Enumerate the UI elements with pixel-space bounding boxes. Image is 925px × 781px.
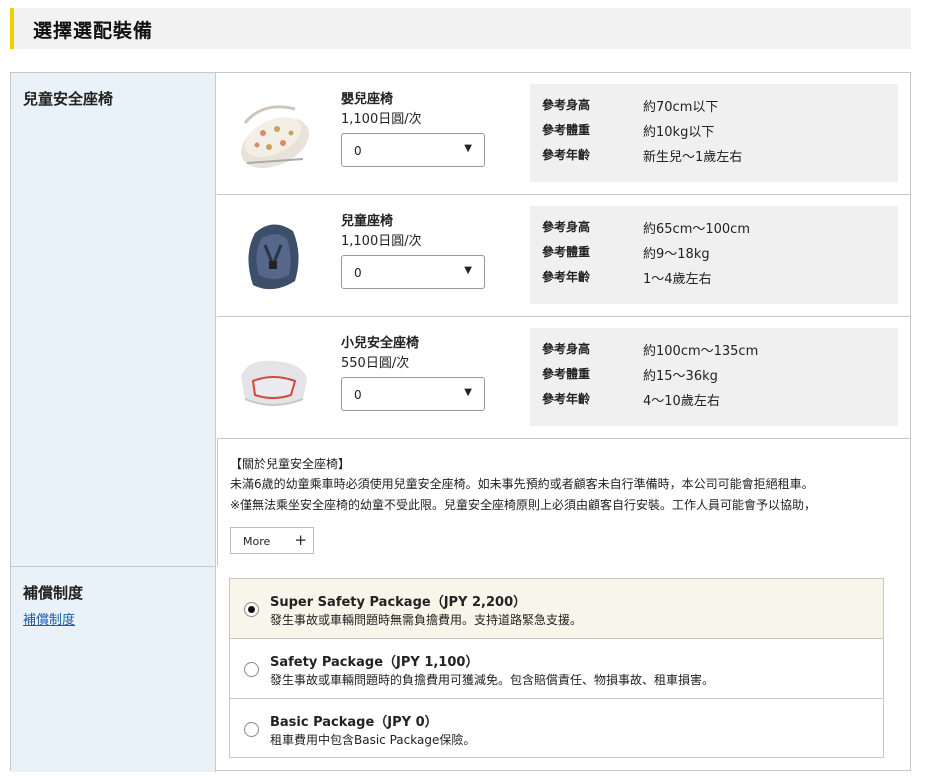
ref-value: 約70cm以下	[643, 100, 719, 115]
reference-info-box: 參考身高 約100cm〜135cm 參考體重 約15〜36kg 參考年齡 4〜1…	[530, 328, 898, 426]
ref-label: 參考身高	[542, 220, 591, 234]
package-name: Basic Package（JPY 0）	[270, 715, 438, 730]
radio-button[interactable]	[244, 662, 259, 677]
ref-value: 約9〜18kg	[643, 247, 710, 262]
ref-height-row: 參考身高 約70cm以下	[542, 96, 892, 116]
seat-quantity-select[interactable]: 0 ▼	[341, 133, 485, 167]
ref-weight-row: 參考體重 約9〜18kg	[542, 243, 892, 263]
ref-age-row: 參考年齡 新生兒〜1歲左右	[542, 146, 892, 166]
more-button[interactable]: More +	[230, 527, 314, 554]
ref-weight-row: 參考體重 約15〜36kg	[542, 365, 892, 385]
ref-value: 新生兒〜1歲左右	[643, 150, 743, 165]
package-name: Super Safety Package（JPY 2,200）	[270, 595, 527, 610]
ref-label: 參考體重	[542, 245, 591, 259]
seat-row-child: 兒童座椅 1,100日圓/次 0 ▼ 參考身高 約65cm〜100cm 參考體重…	[217, 195, 910, 317]
ref-label: 參考年齡	[542, 392, 591, 406]
options-table: 兒童安全座椅 補償制度 補償制度 嬰兒座椅 1,100日圓/次 0 ▼ 參考身高…	[10, 72, 911, 772]
caret-down-icon: ▼	[464, 143, 472, 154]
ref-value: 1〜4歲左右	[643, 272, 712, 287]
ref-label: 參考體重	[542, 367, 591, 381]
ref-value: 約100cm〜135cm	[643, 344, 759, 359]
note-text: 未滿6歲的幼童乘車時必須使用兒童安全座椅。如未事先預約或者顧客未自行準備時，本公…	[230, 477, 814, 491]
seat-price: 550日圓/次	[341, 356, 410, 371]
infant-seat-image	[241, 105, 309, 169]
radio-button[interactable]	[244, 602, 259, 617]
child-seat-image	[248, 224, 299, 290]
plus-icon: +	[294, 531, 307, 549]
package-description: 租車費用中包含Basic Package保險。	[270, 733, 476, 747]
child-seat-section-label: 兒童安全座椅	[23, 90, 114, 108]
caret-down-icon: ▼	[464, 265, 472, 276]
child-seat-label-cell: 兒童安全座椅	[11, 73, 216, 567]
compensation-label-cell: 補償制度	[11, 567, 216, 772]
seat-name: 兒童座椅	[341, 214, 394, 229]
reference-info-box: 參考身高 約70cm以下 參考體重 約10kg以下 參考年齡 新生兒〜1歲左右	[530, 84, 898, 182]
package-option-super-safety[interactable]: Super Safety Package（JPY 2,200） 發生事故或車輛問…	[230, 579, 883, 639]
caret-down-icon: ▼	[464, 387, 472, 398]
child-seat-note: 【關於兒童安全座椅】 未滿6歲的幼童乘車時必須使用兒童安全座椅。如未事先預約或者…	[217, 439, 910, 566]
ref-value: 約15〜36kg	[643, 369, 718, 384]
package-radio-group: Super Safety Package（JPY 2,200） 發生事故或車輛問…	[229, 578, 884, 758]
seat-quantity-select[interactable]: 0 ▼	[341, 255, 485, 289]
package-name: Safety Package（JPY 1,100）	[270, 655, 479, 670]
package-option-basic[interactable]: Basic Package（JPY 0） 租車費用中包含Basic Packag…	[230, 699, 883, 759]
ref-weight-row: 參考體重 約10kg以下	[542, 121, 892, 141]
ref-label: 參考身高	[542, 98, 591, 112]
ref-label: 參考年齡	[542, 270, 591, 284]
seat-quantity-value: 0	[354, 388, 362, 402]
package-option-safety[interactable]: Safety Package（JPY 1,100） 發生事故或車輛問題時的負擔費…	[230, 639, 883, 699]
ref-age-row: 參考年齡 4〜10歲左右	[542, 390, 892, 410]
ref-label: 參考年齡	[542, 148, 591, 162]
note-title: 【關於兒童安全座椅】	[230, 457, 351, 471]
ref-value: 約65cm〜100cm	[643, 222, 750, 237]
package-description: 發生事故或車輛問題時無需負擔費用。支持道路緊急支援。	[270, 613, 583, 627]
ref-height-row: 參考身高 約65cm〜100cm	[542, 218, 892, 238]
compensation-section-label: 補償制度	[23, 584, 84, 602]
seat-price: 1,100日圓/次	[341, 234, 422, 249]
ref-label: 參考體重	[542, 123, 591, 137]
seat-quantity-value: 0	[354, 266, 362, 280]
compensation-link[interactable]: 補償制度	[23, 609, 75, 628]
ref-height-row: 參考身高 約100cm〜135cm	[542, 340, 892, 360]
seat-quantity-select[interactable]: 0 ▼	[341, 377, 485, 411]
reference-info-box: 參考身高 約65cm〜100cm 參考體重 約9〜18kg 參考年齡 1〜4歲左…	[530, 206, 898, 304]
ref-value: 約10kg以下	[643, 125, 715, 140]
note-text: ※僅無法乘坐安全座椅的幼童不受此限。兒童安全座椅原則上必須由顧客自行安裝。工作人…	[230, 498, 817, 512]
seat-name: 小兒安全座椅	[341, 336, 420, 351]
ref-age-row: 參考年齡 1〜4歲左右	[542, 268, 892, 288]
package-description: 發生事故或車輛問題時的負擔費用可獲減免。包含賠償責任、物損事故、租車損害。	[270, 673, 715, 687]
page-title: 選擇選配裝備	[33, 20, 154, 42]
more-button-label: More	[243, 535, 271, 548]
seat-row-booster: 小兒安全座椅 550日圓/次 0 ▼ 參考身高 約100cm〜135cm 參考體…	[217, 317, 910, 439]
seat-name: 嬰兒座椅	[341, 92, 394, 107]
seat-quantity-value: 0	[354, 144, 362, 158]
radio-selected-dot	[248, 606, 255, 613]
seat-price: 1,100日圓/次	[341, 112, 422, 127]
ref-label: 參考身高	[542, 342, 591, 356]
page-title-bar: 選擇選配裝備	[10, 8, 911, 49]
radio-button[interactable]	[244, 722, 259, 737]
seat-row-infant: 嬰兒座椅 1,100日圓/次 0 ▼ 參考身高 約70cm以下 參考體重 約10…	[217, 73, 910, 195]
booster-seat-image	[241, 360, 307, 406]
ref-value: 4〜10歲左右	[643, 394, 720, 409]
